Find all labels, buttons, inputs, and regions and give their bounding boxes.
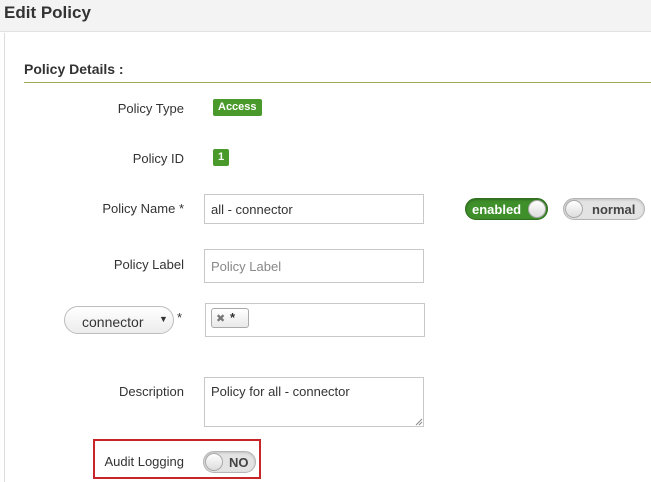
resize-grip-icon[interactable] <box>415 418 423 426</box>
enabled-toggle-knob <box>528 200 546 218</box>
priority-toggle-label: normal <box>592 202 636 217</box>
scope-required-mark: * <box>177 310 183 325</box>
policy-id-badge: 1 <box>213 149 230 166</box>
section-title: Policy Details : <box>24 61 124 77</box>
page-title: Edit Policy <box>4 3 91 22</box>
audit-logging-toggle[interactable]: NO <box>203 451 256 473</box>
policy-type-badge: Access <box>213 99 262 116</box>
scope-tag-value: * <box>230 310 236 325</box>
scope-values-input[interactable]: ✖ * <box>205 303 425 337</box>
remove-tag-icon[interactable]: ✖ <box>216 312 225 325</box>
audit-logging-knob <box>205 453 223 471</box>
chevron-down-icon: ▼ <box>159 314 168 324</box>
scope-tag: ✖ * <box>211 308 249 328</box>
section-divider <box>24 82 651 83</box>
policy-label-label: Policy Label <box>113 257 184 272</box>
description-label: Description <box>118 384 184 399</box>
audit-logging-state: NO <box>229 455 249 470</box>
audit-logging-label: Audit Logging <box>104 454 184 469</box>
policy-name-label: Policy Name * <box>102 201 184 216</box>
policy-label-input[interactable] <box>204 249 424 283</box>
description-textarea[interactable]: Policy for all - connector <box>204 377 424 427</box>
enabled-toggle[interactable]: enabled <box>465 198 548 220</box>
page-header: Edit Policy <box>0 0 651 32</box>
priority-toggle-knob <box>565 200 583 218</box>
enabled-toggle-label: enabled <box>472 202 522 217</box>
policy-id-label: Policy ID <box>132 151 184 166</box>
description-wrapper: Policy for all - connector <box>204 377 424 427</box>
policy-type-label: Policy Type <box>117 101 184 116</box>
scope-select[interactable]: connector ▼ <box>64 306 174 334</box>
policy-name-input[interactable] <box>204 194 424 224</box>
priority-toggle[interactable]: normal <box>563 198 645 220</box>
scope-select-value: connector <box>82 314 144 330</box>
